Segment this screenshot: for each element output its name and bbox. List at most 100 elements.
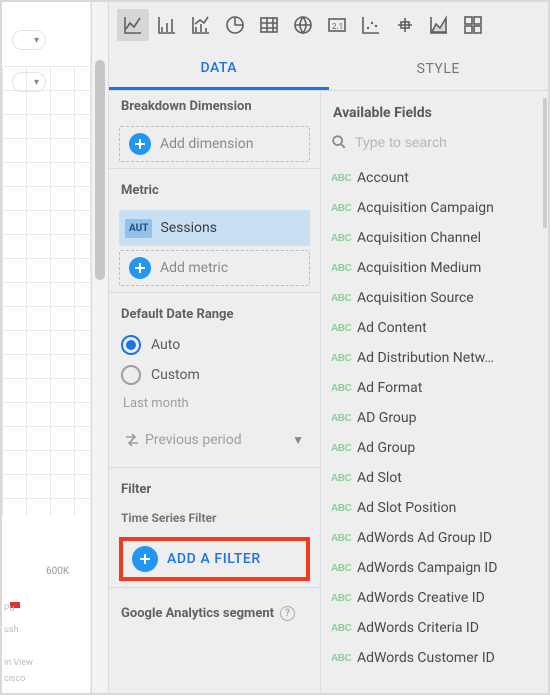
date-range-title: Default Date Range	[109, 299, 320, 330]
field-type-abc-icon: ABC	[331, 623, 357, 634]
field-item[interactable]: ABCAcquisition Campaign	[321, 193, 548, 223]
data-config-column: Breakdown Dimension Add dimension Metric…	[109, 90, 321, 693]
field-type-abc-icon: ABC	[331, 263, 357, 274]
field-name-label: Ad Format	[357, 380, 538, 396]
add-filter-button[interactable]: ADD A FILTER	[119, 537, 310, 581]
scrollbar-thumb[interactable]	[95, 60, 105, 280]
date-range-auto-label: Auto	[151, 337, 180, 353]
field-item[interactable]: ABCAd Group	[321, 433, 548, 463]
canvas-fragment: in View	[4, 658, 33, 668]
field-list-scrollbar[interactable]	[542, 90, 548, 689]
field-name-label: Acquisition Medium	[357, 260, 538, 276]
field-name-label: AD Group	[357, 410, 538, 426]
chart-type-bullet-icon[interactable]	[389, 9, 421, 41]
metric-title: Metric	[109, 175, 320, 206]
field-type-abc-icon: ABC	[331, 533, 357, 544]
tab-data[interactable]: DATA	[109, 48, 329, 90]
available-fields-column: Available Fields ABCAccountABCAcquisitio…	[321, 90, 548, 693]
field-name-label: Account	[357, 170, 538, 186]
field-item[interactable]: ABCAd Format	[321, 373, 548, 403]
field-search-input[interactable]	[321, 131, 548, 161]
tab-style[interactable]: STYLE	[329, 48, 549, 90]
field-type-abc-icon: ABC	[331, 593, 357, 604]
search-icon	[331, 133, 347, 151]
metric-aggregation-badge: AUT	[125, 219, 152, 238]
field-item[interactable]: ABCAdWords Customer ID	[321, 643, 548, 673]
date-range-auto-radio[interactable]: Auto	[109, 330, 320, 360]
field-item[interactable]: ABCAdWords Campaign ID	[321, 553, 548, 583]
chart-type-pie-icon[interactable]	[219, 9, 251, 41]
chart-type-toolbar: 2.1	[109, 2, 548, 48]
field-item[interactable]: ABCAcquisition Medium	[321, 253, 548, 283]
field-name-label: AdWords Campaign ID	[357, 560, 538, 576]
chart-type-pivot-icon[interactable]	[457, 9, 489, 41]
field-item[interactable]: ABCAD Group	[321, 403, 548, 433]
canvas-mini-dropdown[interactable]: ▾	[12, 30, 46, 50]
svg-text:2.1: 2.1	[332, 22, 343, 31]
field-item[interactable]: ABCAd Slot Position	[321, 493, 548, 523]
chart-type-table-icon[interactable]	[253, 9, 285, 41]
help-icon[interactable]: ?	[280, 606, 295, 621]
scrollbar-thumb[interactable]	[543, 98, 547, 228]
field-name-label: Ad Distribution Netw…	[357, 350, 538, 366]
add-metric-button[interactable]: Add metric	[119, 250, 310, 286]
field-name-label: Ad Content	[357, 320, 538, 336]
field-name-label: Acquisition Source	[357, 290, 538, 306]
canvas-fragment: cisco	[4, 674, 25, 684]
field-item[interactable]: ABCAccount	[321, 163, 548, 193]
field-name-label: AdWords Criteria ID	[357, 620, 538, 636]
field-item[interactable]: ABCAd Distribution Netw…	[321, 343, 548, 373]
field-item[interactable]: ABCAcquisition Source	[321, 283, 548, 313]
date-range-summary: Last month	[109, 390, 320, 417]
field-name-label: Acquisition Campaign	[357, 200, 538, 216]
field-name-label: AdWords Ad Group ID	[357, 530, 538, 546]
radio-icon	[121, 365, 141, 385]
chart-type-scatter-icon[interactable]	[355, 9, 387, 41]
chart-type-scorecard-icon[interactable]: 2.1	[321, 9, 353, 41]
add-dimension-button[interactable]: Add dimension	[119, 126, 310, 162]
radio-icon	[121, 335, 141, 355]
add-metric-label: Add metric	[160, 260, 228, 276]
available-fields-title: Available Fields	[321, 91, 548, 131]
plus-icon	[129, 257, 151, 279]
field-type-abc-icon: ABC	[331, 473, 357, 484]
field-type-abc-icon: ABC	[331, 233, 357, 244]
chevron-down-icon: ▼	[292, 433, 310, 447]
field-type-abc-icon: ABC	[331, 413, 357, 424]
field-item[interactable]: ABCAd Content	[321, 313, 548, 343]
vertical-scrollbar[interactable]	[91, 2, 109, 693]
plus-icon	[129, 133, 151, 155]
field-item[interactable]: ABCAcquisition Channel	[321, 223, 548, 253]
field-type-abc-icon: ABC	[331, 203, 357, 214]
canvas-fragment: Pu	[4, 604, 15, 614]
properties-panel: 2.1 DATA STYLE Breakdown Dimension	[109, 2, 548, 693]
field-search-text[interactable]	[355, 134, 538, 150]
chart-type-geo-icon[interactable]	[287, 9, 319, 41]
filter-title: Filter	[109, 474, 320, 505]
field-type-abc-icon: ABC	[331, 443, 357, 454]
field-type-abc-icon: ABC	[331, 563, 357, 574]
metric-sessions-chip[interactable]: AUT Sessions	[119, 210, 310, 246]
comparison-period-dropdown[interactable]: Previous period ▼	[119, 423, 310, 457]
field-item[interactable]: ABCAd Slot	[321, 463, 548, 493]
chart-type-area-icon[interactable]	[423, 9, 455, 41]
field-type-abc-icon: ABC	[331, 383, 357, 394]
chart-type-bar-icon[interactable]	[151, 9, 183, 41]
field-list: ABCAccountABCAcquisition CampaignABCAcqu…	[321, 161, 548, 675]
date-range-custom-radio[interactable]: Custom	[109, 360, 320, 390]
field-type-abc-icon: ABC	[331, 353, 357, 364]
add-filter-label: ADD A FILTER	[167, 551, 261, 567]
ga-segment-title: Google Analytics segment ?	[109, 594, 320, 621]
report-canvas-peek: ▾ ▾ 600K Pu ush in View cisco	[2, 2, 90, 693]
field-item[interactable]: ABCAdWords Creative ID	[321, 583, 548, 613]
date-range-custom-label: Custom	[151, 367, 200, 383]
field-item[interactable]: ABCAdWords Criteria ID	[321, 613, 548, 643]
chart-type-combo-icon[interactable]	[185, 9, 217, 41]
field-item[interactable]: ABCAdWords Ad Group ID	[321, 523, 548, 553]
canvas-grid	[2, 66, 90, 516]
panel-tabs: DATA STYLE	[109, 48, 548, 90]
field-type-abc-icon: ABC	[331, 173, 357, 184]
comparison-period-label: Previous period	[145, 432, 242, 448]
field-name-label: Acquisition Channel	[357, 230, 538, 246]
chart-type-timeseries-icon[interactable]	[117, 9, 149, 41]
